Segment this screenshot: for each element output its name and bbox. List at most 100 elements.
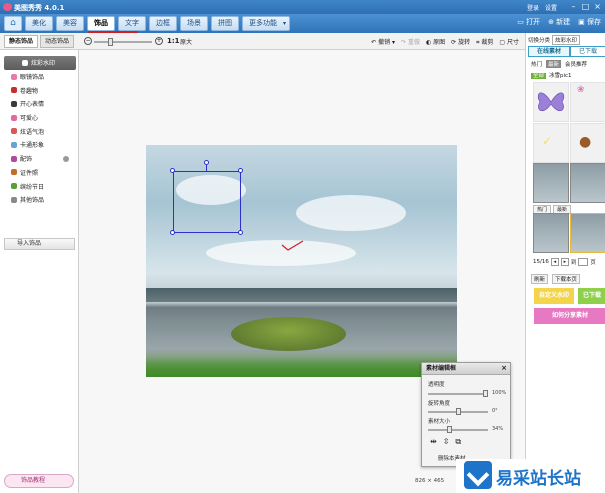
zoom-in-icon[interactable]: + xyxy=(155,37,163,45)
zoom-slider-handle[interactable] xyxy=(108,38,113,46)
opacity-value: 100% xyxy=(492,390,507,396)
tab-accessories[interactable]: 饰品 xyxy=(87,16,115,31)
downloaded-banner[interactable]: 已下载 xyxy=(578,288,605,304)
category-label: 炫彩水印 xyxy=(31,60,56,68)
resize-handle-tr[interactable] xyxy=(238,168,243,173)
info-icon[interactable] xyxy=(63,156,69,162)
material-thumb[interactable]: ❀ xyxy=(570,82,605,122)
next-page-button[interactable]: ▸ xyxy=(560,258,569,266)
prev-page-button[interactable]: ◂ xyxy=(550,258,559,266)
tab-text[interactable]: 文字 xyxy=(118,16,146,31)
category-item[interactable]: 可爱心 xyxy=(4,111,76,125)
flip-horizontal-icon[interactable]: ⇹ xyxy=(430,437,437,447)
category-item[interactable]: 开心表情 xyxy=(4,97,76,111)
resize-handle-br[interactable] xyxy=(238,230,243,235)
home-button[interactable]: ⌂ xyxy=(4,16,22,31)
zoom-slider[interactable] xyxy=(94,41,152,43)
redo-button[interactable]: ↷ 重做 xyxy=(401,37,420,47)
subtab-static[interactable]: 静态饰品 xyxy=(4,35,39,48)
watermark-text: 易采站长站 xyxy=(496,469,581,489)
material-thumb[interactable] xyxy=(533,213,569,253)
category-item[interactable]: 缤纷节日 xyxy=(4,179,76,193)
category-label: 缤纷节日 xyxy=(20,183,45,191)
opacity-slider-handle[interactable] xyxy=(483,390,488,397)
page-input[interactable] xyxy=(578,258,589,266)
zoom-ratio[interactable]: 1:1 xyxy=(167,37,180,45)
category-select[interactable]: 炫彩水印 xyxy=(552,35,581,45)
filter-hot[interactable]: 热门 xyxy=(531,60,542,68)
subtab-animated[interactable]: 动态饰品 xyxy=(40,35,75,48)
close-icon[interactable]: × xyxy=(592,1,603,12)
opacity-slider[interactable] xyxy=(428,393,488,395)
custom-watermark-banner[interactable]: 自定义水印 xyxy=(534,288,574,304)
share-material-banner[interactable]: 如何分享素材 xyxy=(534,308,605,324)
category-item[interactable]: 炫语气泡 xyxy=(4,124,76,138)
flip-vertical-icon[interactable]: ⇳ xyxy=(443,437,450,447)
category-icon xyxy=(11,73,17,80)
undo-button[interactable]: ↶ 撤销 ▾ xyxy=(371,37,395,47)
copy-icon[interactable]: ⧉ xyxy=(455,437,461,447)
rotation-slider-handle[interactable] xyxy=(455,408,461,415)
rotate-handle[interactable] xyxy=(204,160,209,165)
category-item[interactable]: 其他饰品 xyxy=(4,193,76,207)
category-item[interactable]: 炫彩水印 xyxy=(4,56,76,70)
tab-collage[interactable]: 拼图 xyxy=(211,16,239,31)
open-button[interactable]: ▭ 打开 xyxy=(517,17,540,27)
app-title: 美图秀秀 4.0.1 xyxy=(14,4,65,12)
filter-latest[interactable]: 最新 xyxy=(546,60,562,68)
opacity-label: 透明度 xyxy=(428,382,445,388)
category-item[interactable]: 眼镜饰品 xyxy=(4,70,76,84)
app-logo-icon xyxy=(3,3,12,11)
close-icon[interactable]: × xyxy=(501,363,507,374)
tutorial-button[interactable]: 饰品教程 xyxy=(4,474,74,488)
zoom-out-icon[interactable]: − xyxy=(84,37,92,45)
settings-link[interactable]: 设置 xyxy=(545,3,557,12)
category-item[interactable]: 卡通形象 xyxy=(4,138,76,152)
tab-more[interactable]: 更多功能 ▾ xyxy=(242,16,290,31)
material-thumb[interactable] xyxy=(533,163,569,203)
tab-online-materials[interactable]: 在线素材 xyxy=(528,46,571,57)
editor-header: 素材编辑框 × xyxy=(422,363,510,375)
minimize-icon[interactable]: – xyxy=(568,1,579,12)
crop-button[interactable]: ⌗ 裁剪 xyxy=(476,37,493,47)
tag-text[interactable]: 冰雪pic1 xyxy=(549,73,572,79)
rotate-button[interactable]: ⟳ 旋转 xyxy=(451,37,470,47)
tutorial-label: 饰品教程 xyxy=(21,477,46,484)
material-thumb[interactable] xyxy=(533,82,569,122)
login-link[interactable]: 登录 xyxy=(527,3,539,12)
tab-scene[interactable]: 场景 xyxy=(180,16,208,31)
tab-beautify[interactable]: 美化 xyxy=(25,16,53,31)
new-button[interactable]: ⊕ 新建 xyxy=(548,17,570,27)
size-slider[interactable] xyxy=(428,429,488,431)
tag-all[interactable]: 全部 xyxy=(531,73,547,79)
tab-border[interactable]: 边框 xyxy=(149,16,177,31)
original-button[interactable]: ◐ 原图 xyxy=(426,37,445,47)
material-panel: 切换分类 炫彩水印 在线素材 已下载 热门 最新 会员推荐 全部 冰雪pic1 ❀ … xyxy=(525,33,605,493)
tab-downloaded[interactable]: 已下载 xyxy=(570,46,605,57)
filter-member[interactable]: 会员推荐 xyxy=(565,60,587,68)
tab-beauty[interactable]: 美容 xyxy=(56,16,84,31)
category-item[interactable]: 卷趣物 xyxy=(4,83,76,97)
sticker-selection-box[interactable] xyxy=(173,171,241,233)
size-button[interactable]: ▢ 尺寸 xyxy=(499,37,519,47)
save-button[interactable]: ▣ 保存 xyxy=(578,17,601,27)
category-item[interactable]: 证件照 xyxy=(4,166,76,180)
refresh-button[interactable]: 刷新 xyxy=(531,274,549,284)
download-page-button[interactable]: 下载本页 xyxy=(552,274,581,284)
material-thumb[interactable] xyxy=(570,163,605,203)
category-icon xyxy=(11,128,17,135)
resize-handle-bl[interactable] xyxy=(170,230,175,235)
material-thumb-selected[interactable] xyxy=(570,213,605,253)
new-label: 新建 xyxy=(556,18,571,26)
material-thumb[interactable]: ● xyxy=(570,123,605,163)
material-thumb[interactable]: ✓ xyxy=(533,123,569,163)
size-slider-handle[interactable] xyxy=(446,426,452,433)
import-accessory-button[interactable]: 导入饰品 xyxy=(4,238,75,250)
zoom-original[interactable]: 原大 xyxy=(180,37,192,46)
category-label: 炫语气泡 xyxy=(20,128,45,136)
maximize-icon[interactable]: □ xyxy=(580,1,591,12)
category-icon xyxy=(22,59,28,66)
category-icon xyxy=(11,114,17,121)
resize-handle-tl[interactable] xyxy=(170,168,175,173)
category-icon xyxy=(11,141,17,148)
